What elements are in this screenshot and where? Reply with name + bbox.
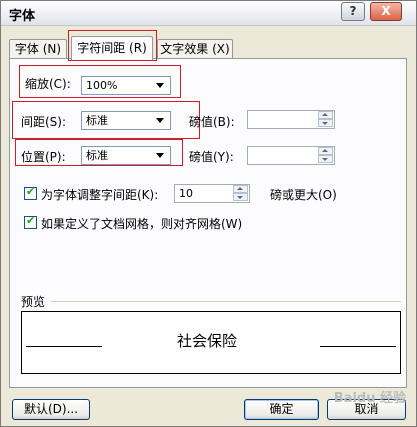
grid-snap-label: 如果定义了文档网格，则对齐网格(W) (41, 217, 243, 231)
preview-group-title: 预览 (21, 295, 46, 309)
chevron-down-icon (156, 153, 164, 158)
default-button[interactable]: 默认(D)... (12, 399, 90, 420)
spacing-by-label: 磅值(B): (189, 115, 235, 129)
kerning-checkbox[interactable] (24, 185, 37, 200)
close-button[interactable]: X (370, 2, 402, 21)
ok-button[interactable]: 确定 (244, 399, 319, 420)
chevron-down-icon (156, 118, 164, 123)
spin-down-icon[interactable] (233, 193, 248, 201)
group-divider (51, 301, 401, 302)
grid-snap-checkbox[interactable] (24, 214, 37, 229)
preview-sample-text: 社会保险 (177, 332, 238, 350)
position-by-label: 磅值(Y): (189, 150, 234, 164)
preview-baseline-left (26, 346, 102, 347)
tab-font[interactable]: 字体 (N) (9, 39, 67, 58)
kerning-suffix: 磅或更大(O) (270, 188, 337, 202)
position-by-input[interactable] (247, 146, 335, 165)
spacing-label: 间距(S): (21, 115, 67, 129)
spacing-select[interactable]: 标准 (81, 111, 171, 130)
kerning-label: 为字体调整字间距(K): (41, 188, 159, 202)
title-bar[interactable]: 字体 ? X (1, 1, 416, 26)
spin-up-icon[interactable] (318, 111, 333, 119)
position-value: 标准 (86, 149, 108, 162)
help-button[interactable]: ? (341, 2, 365, 21)
highlight-box-tab (68, 30, 157, 61)
font-dialog: 字体 ? X 字体 (N) 字符间距 (R) 文字效果 (X) 缩放(C): 1… (0, 0, 417, 427)
spacing-by-input[interactable] (247, 110, 335, 129)
preview-baseline-right (320, 346, 396, 347)
spacing-value: 标准 (86, 114, 108, 127)
spin-down-icon[interactable] (318, 155, 333, 163)
chevron-down-icon (156, 83, 164, 88)
tab-text-effects[interactable]: 文字效果 (X) (157, 39, 233, 58)
scale-value: 100% (86, 79, 118, 92)
spin-down-icon[interactable] (318, 119, 333, 127)
scale-label: 缩放(C): (25, 77, 71, 91)
position-label: 位置(P): (21, 150, 66, 164)
watermark-logo: Baidu 经验 (333, 391, 406, 406)
position-select[interactable]: 标准 (81, 146, 171, 165)
spin-up-icon[interactable] (318, 147, 333, 155)
kerning-input[interactable]: 10 (174, 184, 250, 203)
spin-up-icon[interactable] (233, 185, 248, 193)
scale-select[interactable]: 100% (81, 76, 171, 95)
dialog-title: 字体 (9, 9, 36, 24)
preview-box: 社会保险 (21, 311, 401, 374)
kerning-value: 10 (179, 187, 193, 200)
